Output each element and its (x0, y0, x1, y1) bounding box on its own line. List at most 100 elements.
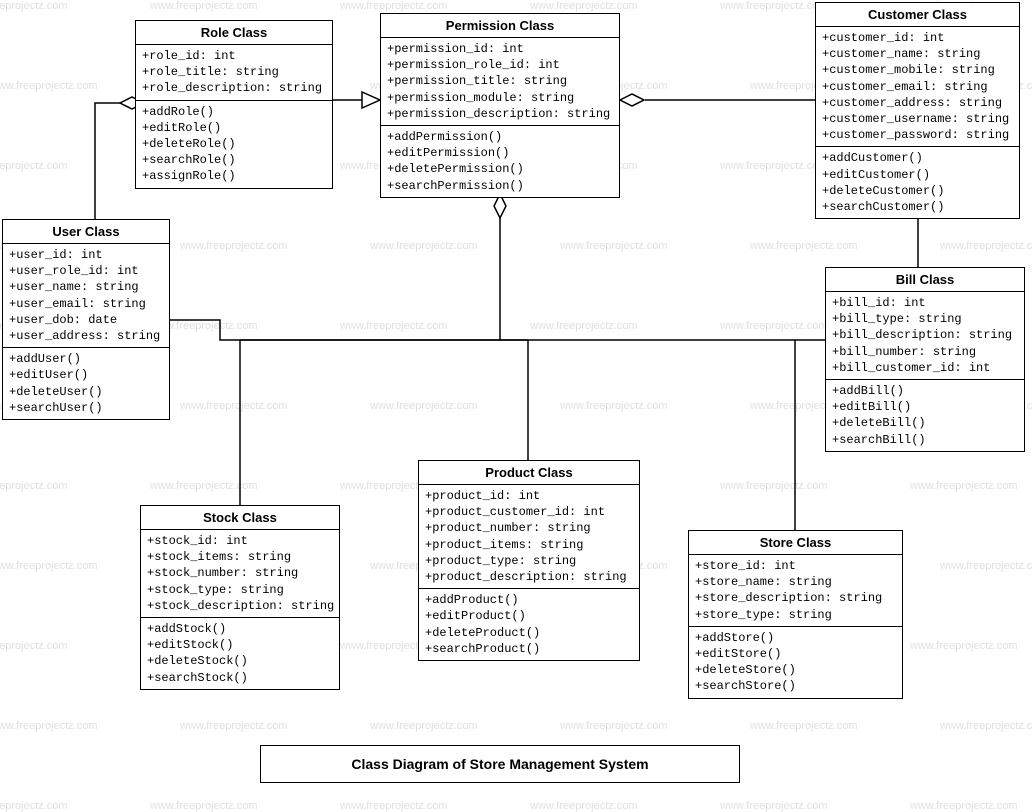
class-line: +searchStock() (147, 670, 333, 686)
class-line: +searchProduct() (425, 641, 633, 657)
class-line: +customer_password: string (822, 127, 1013, 143)
class-customer-attributes: +customer_id: int+customer_name: string +… (816, 27, 1019, 147)
class-product: Product Class +product_id: int+product_c… (418, 460, 640, 661)
watermark-text: www.freeprojectz.com (370, 240, 478, 252)
class-product-methods: +addProduct()+editProduct()+deleteProduc… (419, 589, 639, 660)
watermark-text: www.freeprojectz.com (720, 800, 828, 812)
watermark-text: www.freeprojectz.com (0, 0, 68, 12)
diagram-title: Class Diagram of Store Management System (260, 745, 740, 783)
class-line: +bill_number: string (832, 344, 1018, 360)
watermark-text: www.freeprojectz.com (0, 480, 68, 492)
class-role-attributes: +role_id: int+role_title: string+role_de… (136, 45, 332, 101)
class-customer: Customer Class +customer_id: int+custome… (815, 2, 1020, 219)
watermark-text: www.freeprojectz.com (0, 640, 68, 652)
class-role: Role Class +role_id: int+role_title: str… (135, 20, 333, 189)
class-line: +stock_id: int (147, 533, 333, 549)
class-line: +user_role_id: int (9, 263, 163, 279)
watermark-text: www.freeprojectz.com (530, 0, 638, 12)
watermark-text: www.freeprojectz.com (180, 720, 288, 732)
class-customer-header: Customer Class (816, 3, 1019, 27)
class-line: +editRole() (142, 120, 326, 136)
class-line: +editProduct() (425, 608, 633, 624)
class-line: +stock_type: string (147, 582, 333, 598)
class-role-header: Role Class (136, 21, 332, 45)
watermark-text: www.freeprojectz.com (560, 720, 668, 732)
class-line: +addUser() (9, 351, 163, 367)
watermark-text: www.freeprojectz.com (940, 720, 1032, 732)
class-line: +store_type: string (695, 607, 896, 623)
class-store: Store Class +store_id: int+store_name: s… (688, 530, 903, 699)
class-line: +editUser() (9, 367, 163, 383)
watermark-text: www.freeprojectz.com (720, 480, 828, 492)
watermark-text: www.freeprojectz.com (180, 240, 288, 252)
class-line: +customer_id: int (822, 30, 1013, 46)
watermark-text: www.freeprojectz.com (370, 400, 478, 412)
class-product-attributes: +product_id: int+product_customer_id: in… (419, 485, 639, 589)
class-bill-header: Bill Class (826, 268, 1024, 292)
class-permission: Permission Class +permission_id: int+per… (380, 13, 620, 198)
class-line: +deletePermission() (387, 161, 613, 177)
watermark-text: www.freeprojectz.com (150, 480, 258, 492)
class-line: +editStore() (695, 646, 896, 662)
class-line: +permission_module: string (387, 90, 613, 106)
watermark-text: www.freeprojectz.com (750, 720, 858, 732)
watermark-text: www.freeprojectz.com (910, 480, 1018, 492)
class-permission-header: Permission Class (381, 14, 619, 38)
class-line: +deleteRole() (142, 136, 326, 152)
class-line: +bill_type: string (832, 311, 1018, 327)
class-line: +editCustomer() (822, 167, 1013, 183)
watermark-text: www.freeprojectz.com (530, 800, 638, 812)
watermark-text: www.freeprojectz.com (0, 800, 68, 812)
class-line: +user_address: string (9, 328, 163, 344)
class-bill: Bill Class +bill_id: int+bill_type: stri… (825, 267, 1025, 452)
class-line: +addStock() (147, 621, 333, 637)
class-line: +editPermission() (387, 145, 613, 161)
class-line: +user_id: int (9, 247, 163, 263)
class-line: +editStock() (147, 637, 333, 653)
class-line: +addStore() (695, 630, 896, 646)
watermark-text: www.freeprojectz.com (340, 800, 448, 812)
watermark-text: www.freeprojectz.com (750, 240, 858, 252)
class-user: User Class +user_id: int+user_role_id: i… (2, 219, 170, 420)
watermark-text: www.freeprojectz.com (340, 320, 448, 332)
class-line: +product_number: string (425, 520, 633, 536)
class-line: +permission_role_id: int (387, 57, 613, 73)
class-permission-methods: +addPermission()+editPermission()+delete… (381, 126, 619, 197)
class-customer-methods: +addCustomer()+editCustomer()+deleteCust… (816, 147, 1019, 218)
class-user-header: User Class (3, 220, 169, 244)
class-line: +addProduct() (425, 592, 633, 608)
class-line: +user_name: string (9, 279, 163, 295)
class-line: +user_email: string (9, 296, 163, 312)
class-line: +editBill() (832, 399, 1018, 415)
class-line: +deleteStock() (147, 653, 333, 669)
class-store-header: Store Class (689, 531, 902, 555)
class-line: +role_id: int (142, 48, 326, 64)
watermark-text: www.freeprojectz.com (560, 400, 668, 412)
class-line: +deleteCustomer() (822, 183, 1013, 199)
class-line: +product_type: string (425, 553, 633, 569)
class-line: +deleteBill() (832, 415, 1018, 431)
class-line: +product_id: int (425, 488, 633, 504)
watermark-text: www.freeprojectz.com (150, 0, 258, 12)
class-line: +stock_number: string (147, 565, 333, 581)
class-line: +product_items: string (425, 537, 633, 553)
watermark-text: www.freeprojectz.com (720, 320, 828, 332)
watermark-text: www.freeprojectz.com (0, 160, 68, 172)
watermark-text: www.freeprojectz.com (560, 240, 668, 252)
class-line: +addCustomer() (822, 150, 1013, 166)
class-line: +product_description: string (425, 569, 633, 585)
watermark-text: www.freeprojectz.com (0, 560, 98, 572)
class-line: +stock_items: string (147, 549, 333, 565)
class-line: +searchStore() (695, 678, 896, 694)
class-store-methods: +addStore()+editStore()+deleteStore()+se… (689, 627, 902, 698)
class-line: +deleteProduct() (425, 625, 633, 641)
class-line: +product_customer_id: int (425, 504, 633, 520)
class-line: +searchPermission() (387, 178, 613, 194)
class-line: +customer_username: string (822, 111, 1013, 127)
watermark-text: www.freeprojectz.com (940, 560, 1032, 572)
class-stock-header: Stock Class (141, 506, 339, 530)
class-line: +customer_name: string (822, 46, 1013, 62)
watermark-text: www.freeprojectz.com (180, 400, 288, 412)
watermark-text: www.freeprojectz.com (910, 800, 1018, 812)
watermark-text: www.freeprojectz.com (0, 80, 98, 92)
